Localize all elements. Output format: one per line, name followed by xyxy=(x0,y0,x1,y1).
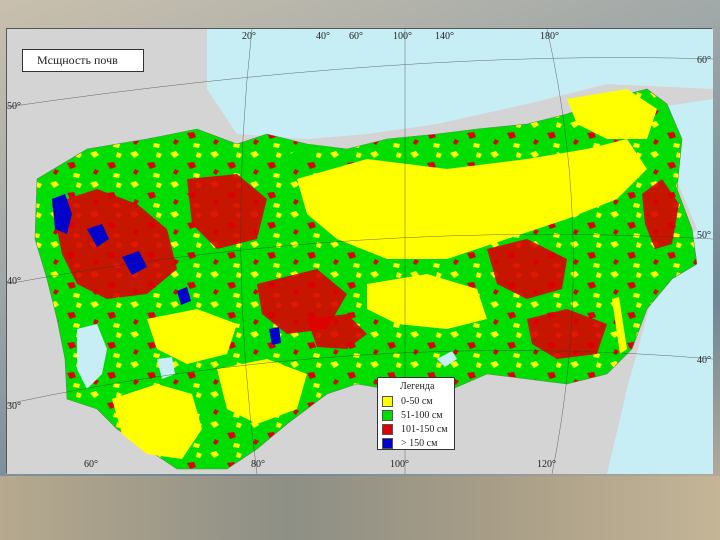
legend-item: 101-150 см xyxy=(382,422,454,436)
map-frame xyxy=(6,28,713,474)
bottom-longitude-label: 60° xyxy=(84,459,98,470)
legend-label: 101-150 см xyxy=(401,423,448,435)
legend-swatch-yellow xyxy=(382,395,393,407)
top-longitude-label: 60° xyxy=(349,31,363,42)
legend-item: 0-50 см xyxy=(382,394,454,408)
bottom-longitude-label: 100° xyxy=(390,459,409,470)
left-latitude-label: 50° xyxy=(7,101,21,112)
top-longitude-label: 100° xyxy=(393,31,412,42)
legend-title: Легенда xyxy=(400,381,435,392)
background-band xyxy=(0,476,720,540)
right-latitude-label: 60° xyxy=(697,55,711,66)
legend-swatch-green xyxy=(382,409,393,421)
top-longitude-label: 180° xyxy=(540,31,559,42)
legend: Легенда 0-50 см 51-100 см 101-150 см > 1… xyxy=(377,377,455,450)
bottom-longitude-label: 120° xyxy=(537,459,556,470)
legend-label: > 150 см xyxy=(401,437,438,449)
legend-swatch-blue xyxy=(382,437,393,449)
right-latitude-label: 40° xyxy=(697,355,711,366)
bottom-longitude-label: 80° xyxy=(251,459,265,470)
right-latitude-label: 50° xyxy=(697,230,711,241)
legend-label: 51-100 см xyxy=(401,409,443,421)
top-longitude-label: 40° xyxy=(316,31,330,42)
soil-thickness-map xyxy=(7,29,713,474)
left-latitude-label: 40° xyxy=(7,276,21,287)
legend-label: 0-50 см xyxy=(401,395,433,407)
map-title: Мсщность почв xyxy=(22,49,144,72)
top-longitude-label: 140° xyxy=(435,31,454,42)
left-latitude-label: 30° xyxy=(7,401,21,412)
legend-item: 51-100 см xyxy=(382,408,454,422)
top-longitude-label: 20° xyxy=(242,31,256,42)
legend-item: > 150 см xyxy=(382,436,454,450)
legend-swatch-red xyxy=(382,423,393,435)
